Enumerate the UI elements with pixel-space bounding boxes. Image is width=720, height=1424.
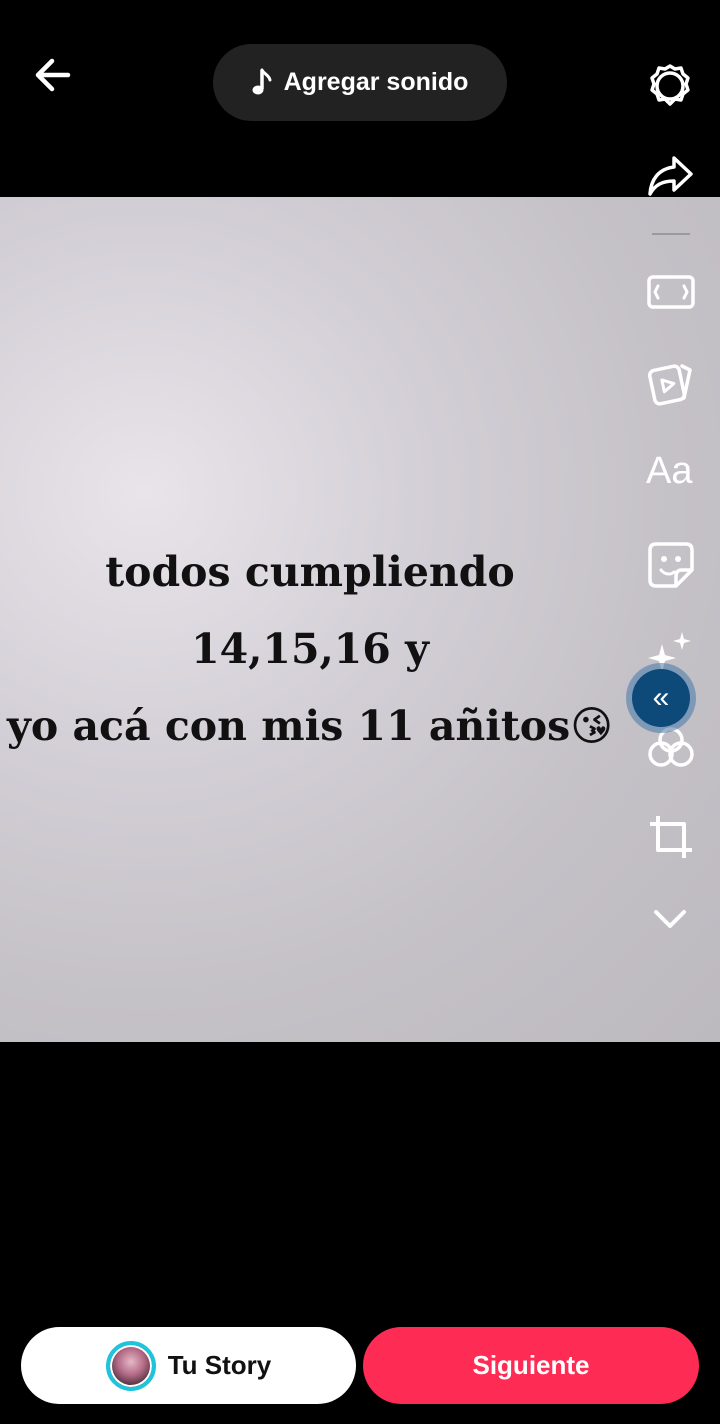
next-label: Siguiente xyxy=(472,1350,590,1380)
effects-sparkle-icon[interactable] xyxy=(646,630,694,672)
text-icon[interactable]: Aa xyxy=(646,450,692,493)
kiss-emoji: 😘 xyxy=(570,702,613,750)
avatar xyxy=(105,1340,156,1391)
your-story-button[interactable]: Tu Story xyxy=(21,1327,356,1404)
music-note-icon xyxy=(252,68,272,94)
caption-line-1: todos cumpliendo 14,15,16 y xyxy=(105,548,515,673)
arrow-left-icon xyxy=(35,58,71,92)
back-button[interactable] xyxy=(28,52,80,100)
your-story-label: Tu Story xyxy=(167,1350,272,1380)
chevron-down-icon[interactable] xyxy=(652,906,688,932)
settings-icon[interactable] xyxy=(646,62,694,110)
next-button[interactable]: Siguiente xyxy=(363,1327,699,1404)
filters-icon[interactable] xyxy=(646,724,696,770)
caption-line-2: yo acá con mis 11 añitos😘 xyxy=(0,688,620,765)
sidebar-divider xyxy=(652,233,690,235)
aspect-ratio-icon[interactable] xyxy=(646,270,696,314)
double-chevron-left-icon: « xyxy=(652,681,670,714)
collapse-toolbar-button[interactable]: « xyxy=(632,669,690,727)
caption-text[interactable]: todos cumpliendo 14,15,16 y yo acá con m… xyxy=(0,534,620,765)
templates-icon[interactable] xyxy=(646,358,696,408)
crop-icon[interactable] xyxy=(648,814,694,860)
share-arrow-icon[interactable] xyxy=(646,152,694,200)
caption-line-2-text: yo acá con mis 11 añitos xyxy=(7,702,571,750)
sticker-icon[interactable] xyxy=(646,540,696,590)
add-sound-label: Agregar sonido xyxy=(283,68,469,96)
add-sound-button[interactable]: Agregar sonido xyxy=(213,44,507,121)
